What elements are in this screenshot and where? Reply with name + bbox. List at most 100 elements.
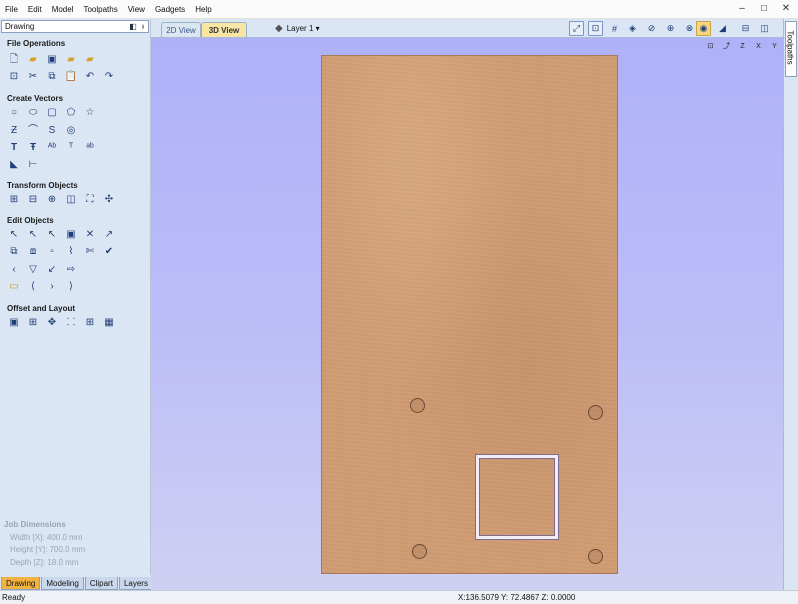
offset-row: ▣ ⊞ ✥ ⸬ ⊞ ▦ [7,316,116,330]
3d-view-area[interactable]: 2D View 3D View ◆ Layer 1 ▾ ⤢ ⊡ # ◈ ⊘ ⊕ … [151,19,783,590]
zoom-in-icon[interactable]: ⊕ [663,21,678,36]
rounded-rect-icon[interactable]: ▭ [7,280,21,294]
minimize-button[interactable]: – [736,2,748,16]
split-horizontal-icon[interactable]: ⊟ [738,21,753,36]
shading-icon[interactable]: ◢ [715,21,730,36]
align-icon[interactable]: ⊟ [26,193,40,207]
weld-icon[interactable]: ⧉ [7,245,21,259]
join-icon[interactable]: ▫ [45,245,59,259]
check-icon[interactable]: ✔ [102,245,116,259]
split-vertical-icon[interactable]: ◫ [757,21,772,36]
paste-icon[interactable]: 📋 [64,70,78,84]
tab-3d-view[interactable]: 3D View [201,22,247,37]
measure-icon[interactable]: ⊢ [26,158,40,172]
group-icon[interactable]: ▣ [64,228,78,242]
menu-view[interactable]: View [123,0,150,19]
menu-toolpaths[interactable]: Toolpaths [78,0,122,19]
pin-icon[interactable]: ᵻ [138,22,148,31]
selected-square-vector[interactable] [476,455,558,539]
text-frame-icon[interactable]: Ŧ [26,141,40,155]
curve-icon[interactable]: S [45,124,59,138]
mirror-icon[interactable]: ◫ [64,193,78,207]
chamfer-icon[interactable]: ▽ [26,263,40,277]
tab-2d-view[interactable]: 2D View [161,22,201,37]
extend-icon[interactable]: ↙ [45,263,59,277]
cut-icon[interactable]: ✂ [26,70,40,84]
view-x-icon[interactable]: X [752,40,765,53]
maximize-button[interactable]: □ [758,2,770,16]
rectangle-icon[interactable]: ▢ [45,106,59,120]
save-icon[interactable]: ▣ [45,53,59,67]
menu-file[interactable]: File [0,0,23,19]
material-block[interactable] [321,55,618,574]
array-copy-icon[interactable]: ⊞ [26,316,40,330]
curve-fit-icon[interactable]: ⌇ [64,245,78,259]
copy-icon[interactable]: ⧉ [45,70,59,84]
close-vector-icon[interactable]: ⟩ [64,280,78,294]
view-y-icon[interactable]: Y [768,40,781,53]
select-icon[interactable]: ↖ [7,228,21,242]
scale-icon[interactable]: ⛶ [83,193,97,207]
subtract-icon[interactable]: ⧈ [26,245,40,259]
node-edit-icon[interactable]: ↖ [26,228,40,242]
undo-icon[interactable]: ↶ [83,70,97,84]
circle-icon[interactable]: ○ [7,106,21,120]
material-icon[interactable]: ◈ [625,21,640,36]
import-bitmap-icon[interactable]: ▰ [83,53,97,67]
move-icon[interactable]: ⊞ [7,193,21,207]
drill-hole [588,549,603,564]
text-icon[interactable]: T [7,141,21,155]
move-origin-icon[interactable]: ✣ [102,193,116,207]
tab-clipart[interactable]: Clipart [84,577,118,590]
text-on-curve-icon[interactable]: ᴬᵇ [45,141,59,155]
view-z-icon[interactable]: Z [736,40,749,53]
circular-array-icon[interactable]: ✥ [45,316,59,330]
zoom-box-icon[interactable]: ⊡ [588,21,603,36]
offset-icon[interactable]: ▣ [7,316,21,330]
job-depth: Depth [Z]: 18.0 mm [10,557,79,567]
interactive-select-icon[interactable]: ↖ [45,228,59,242]
center-icon[interactable]: ⊕ [45,193,59,207]
ungroup-icon[interactable]: ✕ [83,228,97,242]
fillet-icon[interactable]: ‹ [7,263,21,277]
zoom-fit-icon[interactable]: ⊗ [682,21,697,36]
redo-icon[interactable]: ↷ [102,70,116,84]
grid-icon[interactable]: # [607,21,622,36]
close-button[interactable]: ✕ [780,2,792,16]
open-file-icon[interactable]: ▰ [26,53,40,67]
polygon-icon[interactable]: ⬠ [64,106,78,120]
nesting-icon[interactable]: ▦ [102,316,116,330]
star-icon[interactable]: ☆ [83,106,97,120]
tab-modeling[interactable]: Modeling [41,577,84,590]
menu-gadgets[interactable]: Gadgets [150,0,190,19]
copy-along-icon[interactable]: ⸬ [64,316,78,330]
polyline-icon[interactable]: Ƶ [7,124,21,138]
panel-options-icon[interactable]: ◧ [128,22,138,31]
tab-layers[interactable]: Layers [118,577,153,590]
menu-model[interactable]: Model [47,0,79,19]
dimension-icon[interactable]: ◣ [7,158,21,172]
arrow-icon[interactable]: ⇨ [64,263,78,277]
menu-edit[interactable]: Edit [23,0,47,19]
dogbone-icon[interactable]: ⟨ [26,280,40,294]
tab-drawing[interactable]: Drawing [1,577,41,590]
tbone-icon[interactable]: › [45,280,59,294]
trim-icon[interactable]: ↗ [102,228,116,242]
arc-icon[interactable]: ⌒ [26,124,40,138]
scissors-icon[interactable]: ✄ [83,245,97,259]
text-arc-icon[interactable]: ᵀ [64,141,78,155]
iso-view-icon[interactable]: ⊡ [704,40,717,53]
spiral-icon[interactable]: ◎ [64,124,78,138]
import-icon[interactable]: ▰ [64,53,78,67]
step-repeat-icon[interactable]: ⊞ [83,316,97,330]
auto-layout-text-icon[interactable]: ᵃᵇ [83,141,97,155]
axes-icon[interactable]: ⤴ [720,40,733,53]
render-icon[interactable]: ◉ [696,21,711,36]
ellipse-icon[interactable]: ⬭ [26,106,40,120]
measure-view-icon[interactable]: ⊘ [644,21,659,36]
menu-help[interactable]: Help [190,0,216,19]
layer-selector[interactable]: ◆ Layer 1 ▾ [275,22,320,36]
zoom-extents-icon[interactable]: ⤢ [569,21,584,36]
job-setup-icon[interactable]: ⊡ [7,70,21,84]
new-file-icon[interactable]: 🗋 [7,53,21,67]
